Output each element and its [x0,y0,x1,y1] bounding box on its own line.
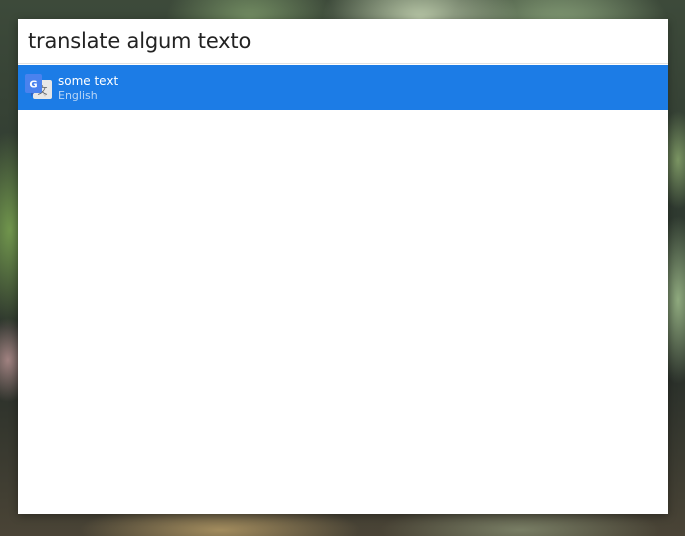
search-bar [18,19,668,64]
result-item-translation[interactable]: 文 G some text English [18,65,668,110]
results-list: 文 G some text English [18,65,668,110]
launcher-window: 文 G some text English [18,19,668,514]
svg-text:G: G [29,80,37,91]
result-title: some text [58,73,119,88]
result-text: some text English [58,75,118,101]
result-subtitle: English [58,88,98,102]
search-input[interactable] [28,29,668,53]
google-translate-icon: 文 G [24,73,53,102]
